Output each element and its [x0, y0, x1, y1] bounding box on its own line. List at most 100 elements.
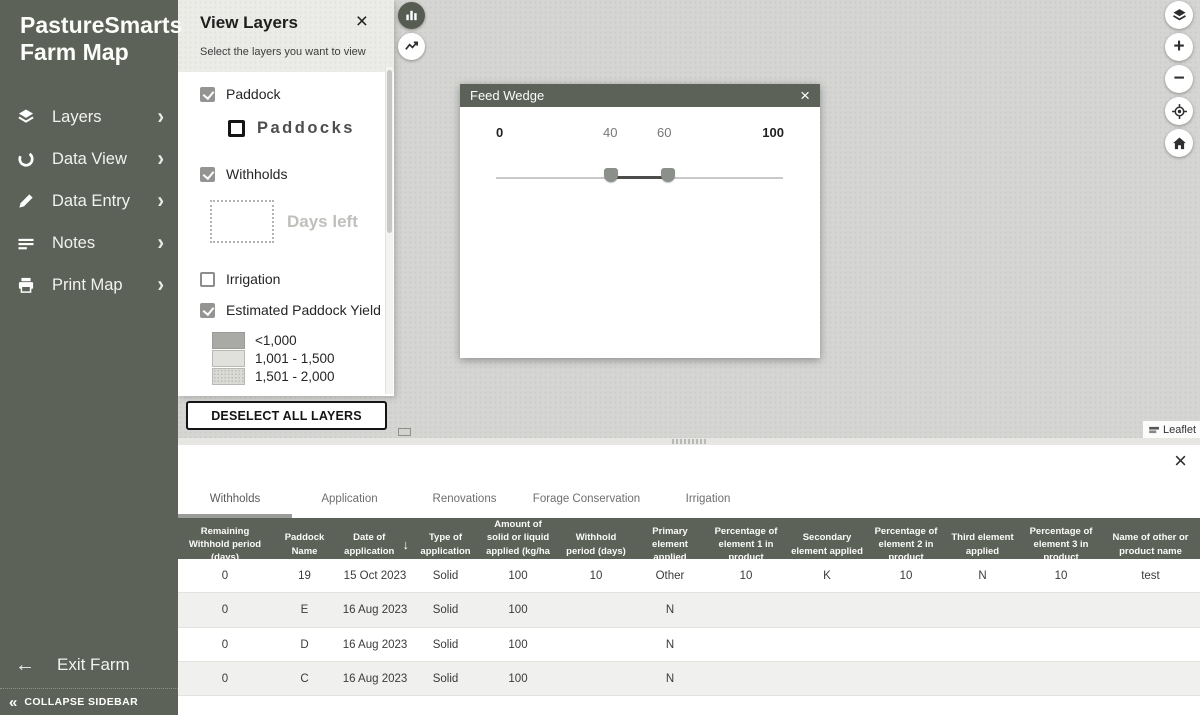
checkbox-icon[interactable]: [200, 272, 215, 287]
yield-legend-row: 1,501 - 2,000: [212, 368, 384, 385]
table-row[interactable]: 0C16 Aug 2023Solid100N: [178, 662, 1200, 696]
layer-checkbox-irrigation[interactable]: Irrigation: [200, 271, 384, 287]
tab-application[interactable]: Application: [292, 452, 407, 518]
table-cell: E: [272, 593, 337, 627]
feed-wedge-header[interactable]: Feed Wedge ×: [460, 84, 820, 107]
table-cell: [706, 628, 786, 661]
scrollbar[interactable]: [385, 67, 393, 394]
slider-low-value: 40: [603, 125, 617, 140]
layer-label: Estimated Paddock Yield: [226, 302, 381, 318]
slider-min-label: 0: [496, 125, 503, 140]
table-cell: [1021, 662, 1101, 695]
table-cell: 100: [478, 662, 558, 695]
close-icon[interactable]: ×: [1174, 450, 1187, 472]
table-cell: N: [634, 593, 706, 627]
checkbox-icon[interactable]: [228, 120, 245, 137]
table-cell: [1101, 628, 1200, 661]
table-row[interactable]: 01915 Oct 2023Solid10010Other10K10N10tes…: [178, 559, 1200, 593]
view-layers-subtitle: Select the layers you want to view: [200, 46, 374, 58]
map-layers-button[interactable]: [1165, 1, 1193, 29]
sidebar: PastureSmarts Farm Map Layers › Data Vie…: [0, 0, 178, 715]
feed-wedge-title: Feed Wedge: [470, 88, 800, 103]
slider-handle-high[interactable]: [661, 168, 675, 182]
sidebar-item-label: Print Map: [52, 276, 157, 295]
sidebar-item-notes[interactable]: Notes ›: [0, 222, 178, 264]
close-icon[interactable]: ×: [356, 11, 368, 32]
layer-checkbox-estimated-yield[interactable]: Estimated Paddock Yield: [200, 302, 384, 318]
layer-checkbox-paddock[interactable]: Paddock: [200, 86, 384, 102]
minus-icon: −: [1173, 69, 1184, 88]
data-entry-icon: [15, 190, 37, 212]
column-header-label: Name of other or product name: [1105, 531, 1196, 558]
table-cell: 10: [706, 559, 786, 592]
table-cell: 100: [478, 559, 558, 592]
checkbox-icon[interactable]: [200, 87, 215, 102]
collapse-sidebar-button[interactable]: « COLLAPSE SIDEBAR: [0, 688, 178, 715]
checkbox-icon[interactable]: [200, 303, 215, 318]
tab-forage-conservation[interactable]: Forage Conservation: [522, 452, 651, 518]
table-cell: [1101, 662, 1200, 695]
sidebar-item-print-map[interactable]: Print Map ›: [0, 264, 178, 306]
layer-checkbox-withholds[interactable]: Withholds: [200, 166, 384, 182]
chevron-right-icon: ›: [157, 232, 164, 254]
table-cell: 16 Aug 2023: [337, 593, 413, 627]
days-left-label: Days left: [287, 212, 358, 232]
home-icon: [1171, 135, 1188, 152]
table-row[interactable]: 0E16 Aug 2023Solid100N: [178, 593, 1200, 628]
home-button[interactable]: [1165, 129, 1193, 157]
table-cell: [786, 628, 868, 661]
table-cell: 0: [178, 593, 272, 627]
zoom-in-button[interactable]: +: [1165, 33, 1193, 61]
tab-renovations[interactable]: Renovations: [407, 452, 522, 518]
close-icon[interactable]: ×: [800, 87, 810, 104]
table-cell: K: [786, 559, 868, 592]
attribution-label[interactable]: Leaflet: [1163, 424, 1196, 436]
yield-legend-label: <1,000: [255, 333, 297, 348]
panel-drag-handle[interactable]: [672, 439, 706, 444]
app-title: PastureSmarts Farm Map: [0, 0, 178, 66]
slider-handle-low[interactable]: [604, 168, 618, 182]
table-cell: [868, 593, 944, 627]
data-view-icon: [15, 148, 37, 170]
tab-withholds[interactable]: Withholds: [178, 452, 292, 518]
deselect-all-layers-button[interactable]: DESELECT ALL LAYERS: [186, 401, 387, 430]
column-header-label: Secondary element applied: [790, 531, 864, 558]
layer-label: Paddock: [226, 86, 280, 102]
minimized-window-handle[interactable]: [398, 428, 411, 436]
slider-max-label: 100: [762, 125, 784, 140]
table-cell: [786, 662, 868, 695]
sidebar-item-data-view[interactable]: Data View ›: [0, 138, 178, 180]
sidebar-item-exit-farm[interactable]: ← Exit Farm: [0, 645, 178, 685]
scrollbar-thumb[interactable]: [387, 70, 392, 233]
bar-chart-button[interactable]: [398, 2, 425, 29]
table-header-row: Remaining Withhold period (days)Paddock …: [178, 518, 1200, 559]
table-cell: [868, 628, 944, 661]
slider-active-range[interactable]: [611, 176, 668, 179]
table-cell: [868, 662, 944, 695]
sidebar-item-data-entry[interactable]: Data Entry ›: [0, 180, 178, 222]
table-row[interactable]: 0D16 Aug 2023Solid100N: [178, 628, 1200, 662]
table-cell: 16 Aug 2023: [337, 662, 413, 695]
table-cell: [1021, 628, 1101, 661]
notes-icon: [15, 232, 37, 254]
locate-button[interactable]: [1165, 97, 1193, 125]
sort-descending-icon[interactable]: ↓: [403, 536, 410, 554]
checkbox-icon[interactable]: [200, 167, 215, 182]
table-cell: Solid: [413, 628, 478, 661]
layers-icon: [15, 106, 37, 128]
yield-swatch-dotted: [212, 368, 245, 385]
locate-icon: [1171, 103, 1188, 120]
table-cell: [558, 593, 634, 627]
zoom-out-button[interactable]: −: [1165, 65, 1193, 93]
table-cell: C: [272, 662, 337, 695]
table-cell: Solid: [413, 593, 478, 627]
data-table-panel: × Withholds Application Renovations Fora…: [178, 438, 1200, 715]
column-header-label: Date of application: [341, 531, 398, 558]
layer-checkbox-paddocks[interactable]: Paddocks: [228, 119, 384, 138]
sidebar-item-layers[interactable]: Layers ›: [0, 96, 178, 138]
trend-chart-button[interactable]: [398, 33, 425, 60]
table-cell: 0: [178, 662, 272, 695]
table-cell: [944, 628, 1021, 661]
map-attribution[interactable]: Leaflet: [1143, 421, 1200, 438]
tab-irrigation[interactable]: Irrigation: [651, 452, 765, 518]
